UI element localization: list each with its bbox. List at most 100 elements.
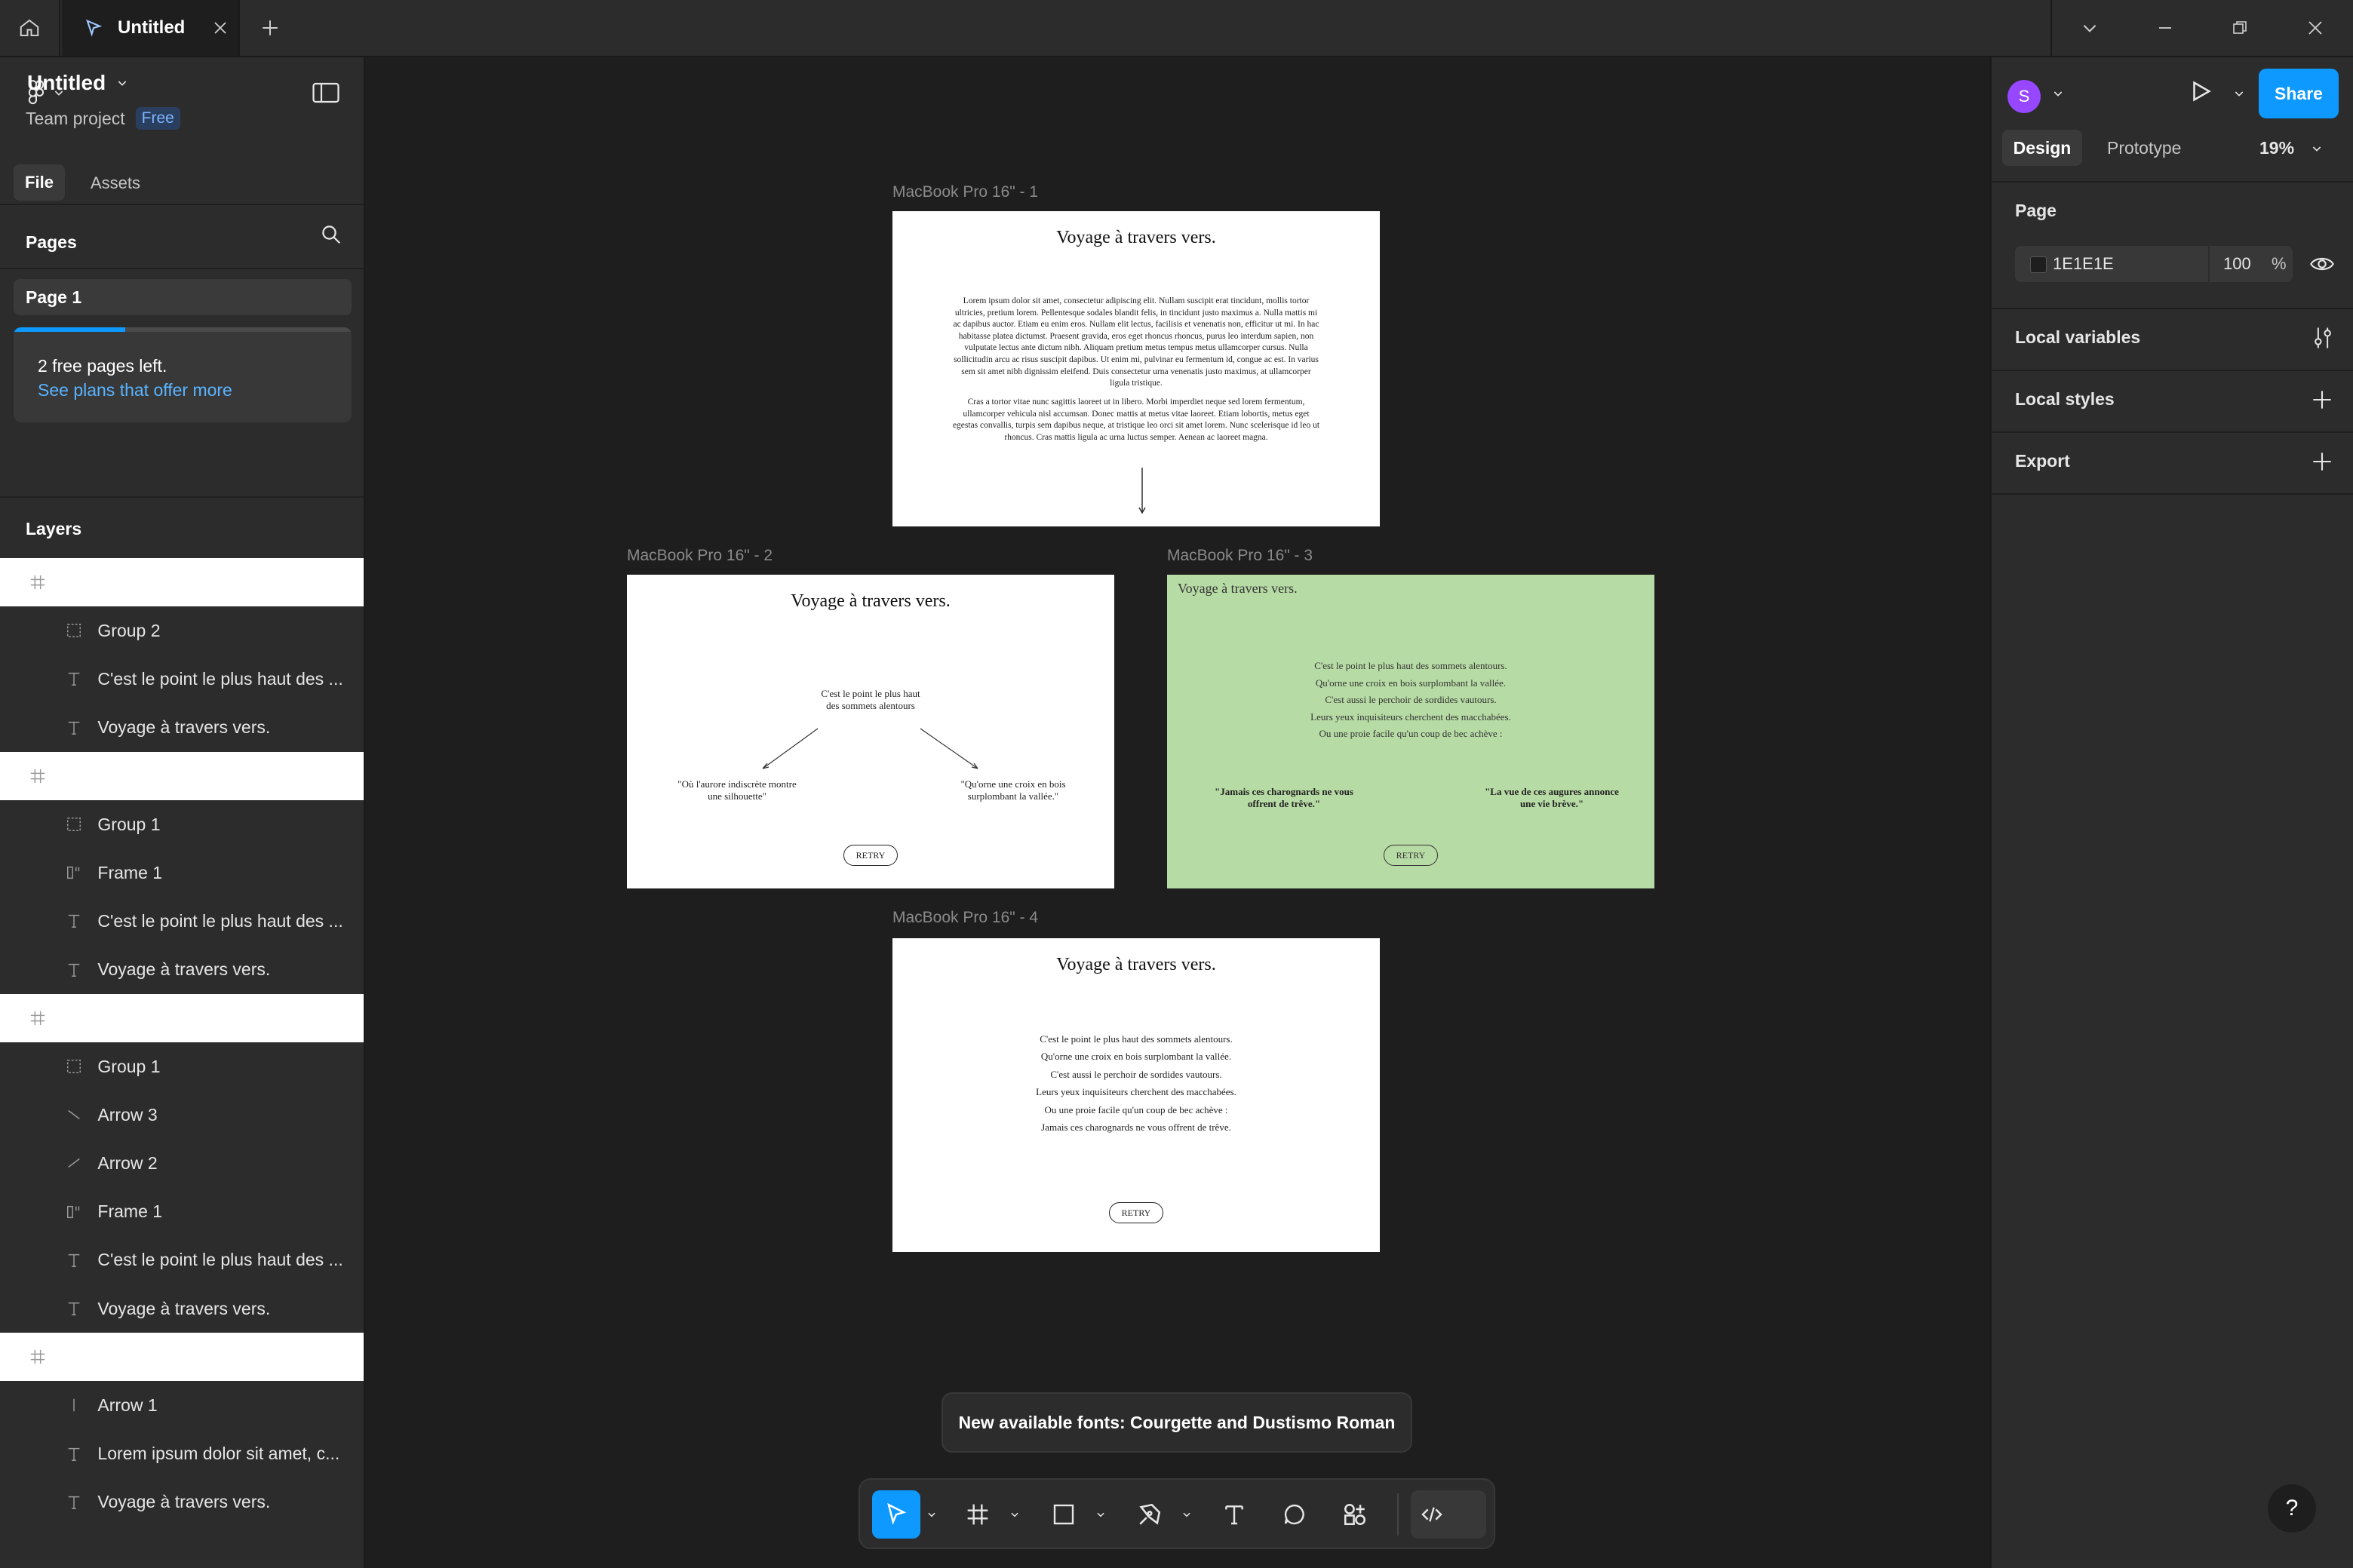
- layer-name: C'est le point le plus haut des ...: [97, 910, 343, 931]
- layer-row[interactable]: Group 1: [0, 800, 364, 848]
- pen-tool[interactable]: [1126, 1490, 1174, 1539]
- arrow-2: [762, 728, 819, 769]
- page-color-hex[interactable]: 1E1E1E: [2053, 254, 2114, 274]
- layer-row[interactable]: Frame 1: [0, 848, 364, 897]
- team-project-label[interactable]: Team project: [26, 109, 125, 129]
- layer-row[interactable]: Group 2: [0, 606, 364, 655]
- chevron-down-icon[interactable]: [2233, 87, 2245, 100]
- help-button[interactable]: ?: [2268, 1484, 2316, 1533]
- frame-macbook-2[interactable]: Voyage à travers vers. C'est le point le…: [627, 575, 1114, 888]
- frame-label-3[interactable]: MacBook Pro 16" - 3: [1167, 547, 1313, 565]
- cursor-icon: [887, 1502, 907, 1525]
- retry-button[interactable]: RETRY: [843, 845, 898, 866]
- layer-row[interactable]: C'est le point le plus haut des ...: [0, 655, 364, 703]
- tab-file[interactable]: File: [14, 164, 65, 201]
- chevron-down-icon: [928, 1512, 935, 1517]
- percent-sign: %: [2272, 254, 2287, 273]
- page-opacity[interactable]: 100: [2223, 254, 2251, 274]
- autolayout-icon: [63, 862, 84, 883]
- layer-row[interactable]: Voyage à travers vers.: [0, 1478, 364, 1527]
- toggle-sidebar-button[interactable]: [312, 81, 339, 104]
- home-button[interactable]: [0, 0, 60, 56]
- tab-assets[interactable]: Assets: [91, 173, 140, 193]
- page-color-field[interactable]: 1E1E1E 100 %: [2015, 246, 2293, 282]
- minimize-button[interactable]: [2127, 0, 2203, 56]
- divider: [1992, 493, 2353, 495]
- layer-row[interactable]: Voyage à travers vers.: [0, 704, 364, 752]
- share-button[interactable]: Share: [2259, 69, 2339, 118]
- file-name: Untitled: [27, 71, 106, 94]
- verse-line: Qu'orne une croix en bois surplombant la…: [1040, 1051, 1232, 1063]
- eye-icon[interactable]: [2310, 253, 2334, 275]
- tab-prototype[interactable]: Prototype: [2107, 138, 2181, 158]
- close-tab-icon[interactable]: [211, 19, 229, 37]
- layer-name: Voyage à travers vers.: [97, 959, 271, 980]
- toolbar-divider: [1397, 1493, 1399, 1536]
- add-style-icon[interactable]: [2312, 389, 2333, 410]
- frame-label-4[interactable]: MacBook Pro 16" - 4: [892, 909, 1038, 927]
- text-icon: [63, 910, 84, 931]
- file-name-menu[interactable]: Untitled: [27, 71, 128, 95]
- frame-icon: [27, 572, 48, 593]
- frame-tool-menu[interactable]: [1005, 1490, 1024, 1539]
- chevron-down-icon[interactable]: [2052, 87, 2064, 100]
- restore-button[interactable]: [2203, 0, 2278, 56]
- tab-design[interactable]: Design: [2002, 130, 2082, 166]
- layer-row[interactable]: MacBook Pro 16" - 1: [0, 1333, 364, 1382]
- add-export-icon[interactable]: [2312, 451, 2333, 472]
- layer-row[interactable]: Voyage à travers vers.: [0, 946, 364, 994]
- present-button[interactable]: [2188, 78, 2213, 104]
- layer-row[interactable]: MacBook Pro 16" - 4: [0, 558, 364, 606]
- page-item-page-1[interactable]: Page 1: [14, 279, 352, 315]
- tabs-dropdown-button[interactable]: [2052, 0, 2127, 56]
- chevron-down-icon: [118, 81, 127, 86]
- verse-line: C'est aussi le perchoir de sordides vaut…: [1050, 1068, 1222, 1080]
- see-plans-link[interactable]: See plans that offer more: [38, 380, 232, 400]
- arrows: [762, 728, 978, 769]
- layer-row[interactable]: Arrow 3: [0, 1091, 364, 1139]
- variables-settings-icon[interactable]: [2312, 326, 2334, 350]
- frame-macbook-3[interactable]: Voyage à travers vers. C'est le point le…: [1167, 575, 1654, 888]
- layer-row[interactable]: Arrow 1: [0, 1381, 364, 1429]
- layer-row[interactable]: MacBook Pro 16" - 2: [0, 993, 364, 1042]
- frame-label-2[interactable]: MacBook Pro 16" - 2: [627, 547, 773, 565]
- tab-untitled[interactable]: Untitled: [62, 0, 240, 56]
- move-tool-menu[interactable]: [922, 1490, 942, 1539]
- actions-tool[interactable]: [1331, 1490, 1379, 1539]
- layer-row[interactable]: Lorem ipsum dolor sit amet, c...: [0, 1430, 364, 1478]
- shape-tool-menu[interactable]: [1091, 1490, 1110, 1539]
- dev-mode-toggle[interactable]: [1411, 1490, 1486, 1539]
- verse-line: une silhouette": [708, 790, 766, 802]
- frame-macbook-1[interactable]: Voyage à travers vers. Lorem ipsum dolor…: [892, 211, 1380, 526]
- search-layers-button[interactable]: [320, 223, 343, 246]
- layer-row[interactable]: Arrow 2: [0, 1139, 364, 1187]
- verse-line: offrent de trêve.": [1247, 798, 1321, 809]
- text-tool[interactable]: [1210, 1490, 1258, 1539]
- comment-tool[interactable]: [1270, 1490, 1319, 1539]
- layer-row[interactable]: Frame 1: [0, 1188, 364, 1236]
- retry-button[interactable]: RETRY: [1384, 845, 1438, 866]
- close-window-button[interactable]: [2278, 0, 2353, 56]
- local-variables-heading[interactable]: Local variables: [2015, 327, 2140, 348]
- chevron-down-icon: [2312, 146, 2321, 152]
- frame-icon: [27, 1008, 48, 1029]
- pen-tool-menu[interactable]: [1177, 1490, 1196, 1539]
- tab-title: Untitled: [118, 17, 186, 38]
- frame-label-1[interactable]: MacBook Pro 16" - 1: [892, 183, 1038, 201]
- shape-tool[interactable]: [1040, 1490, 1088, 1539]
- layer-row[interactable]: C'est le point le plus haut des ...: [0, 1236, 364, 1284]
- layer-row[interactable]: MacBook Pro 16" - 3: [0, 751, 364, 800]
- retry-button[interactable]: RETRY: [1109, 1202, 1163, 1223]
- frame-tool[interactable]: [954, 1490, 1002, 1539]
- color-swatch[interactable]: [2030, 256, 2047, 273]
- user-avatar[interactable]: S: [2007, 80, 2041, 113]
- text-icon: [63, 959, 84, 980]
- text-icon: [63, 1492, 84, 1513]
- layer-row[interactable]: Group 1: [0, 1042, 364, 1091]
- zoom-dropdown[interactable]: 19%: [2259, 138, 2323, 158]
- layer-row[interactable]: C'est le point le plus haut des ...: [0, 897, 364, 945]
- layer-row[interactable]: Voyage à travers vers.: [0, 1284, 364, 1333]
- frame-macbook-4[interactable]: Voyage à travers vers. C'est le point le…: [892, 938, 1380, 1252]
- move-tool[interactable]: [872, 1490, 920, 1539]
- new-tab-button[interactable]: [249, 0, 291, 56]
